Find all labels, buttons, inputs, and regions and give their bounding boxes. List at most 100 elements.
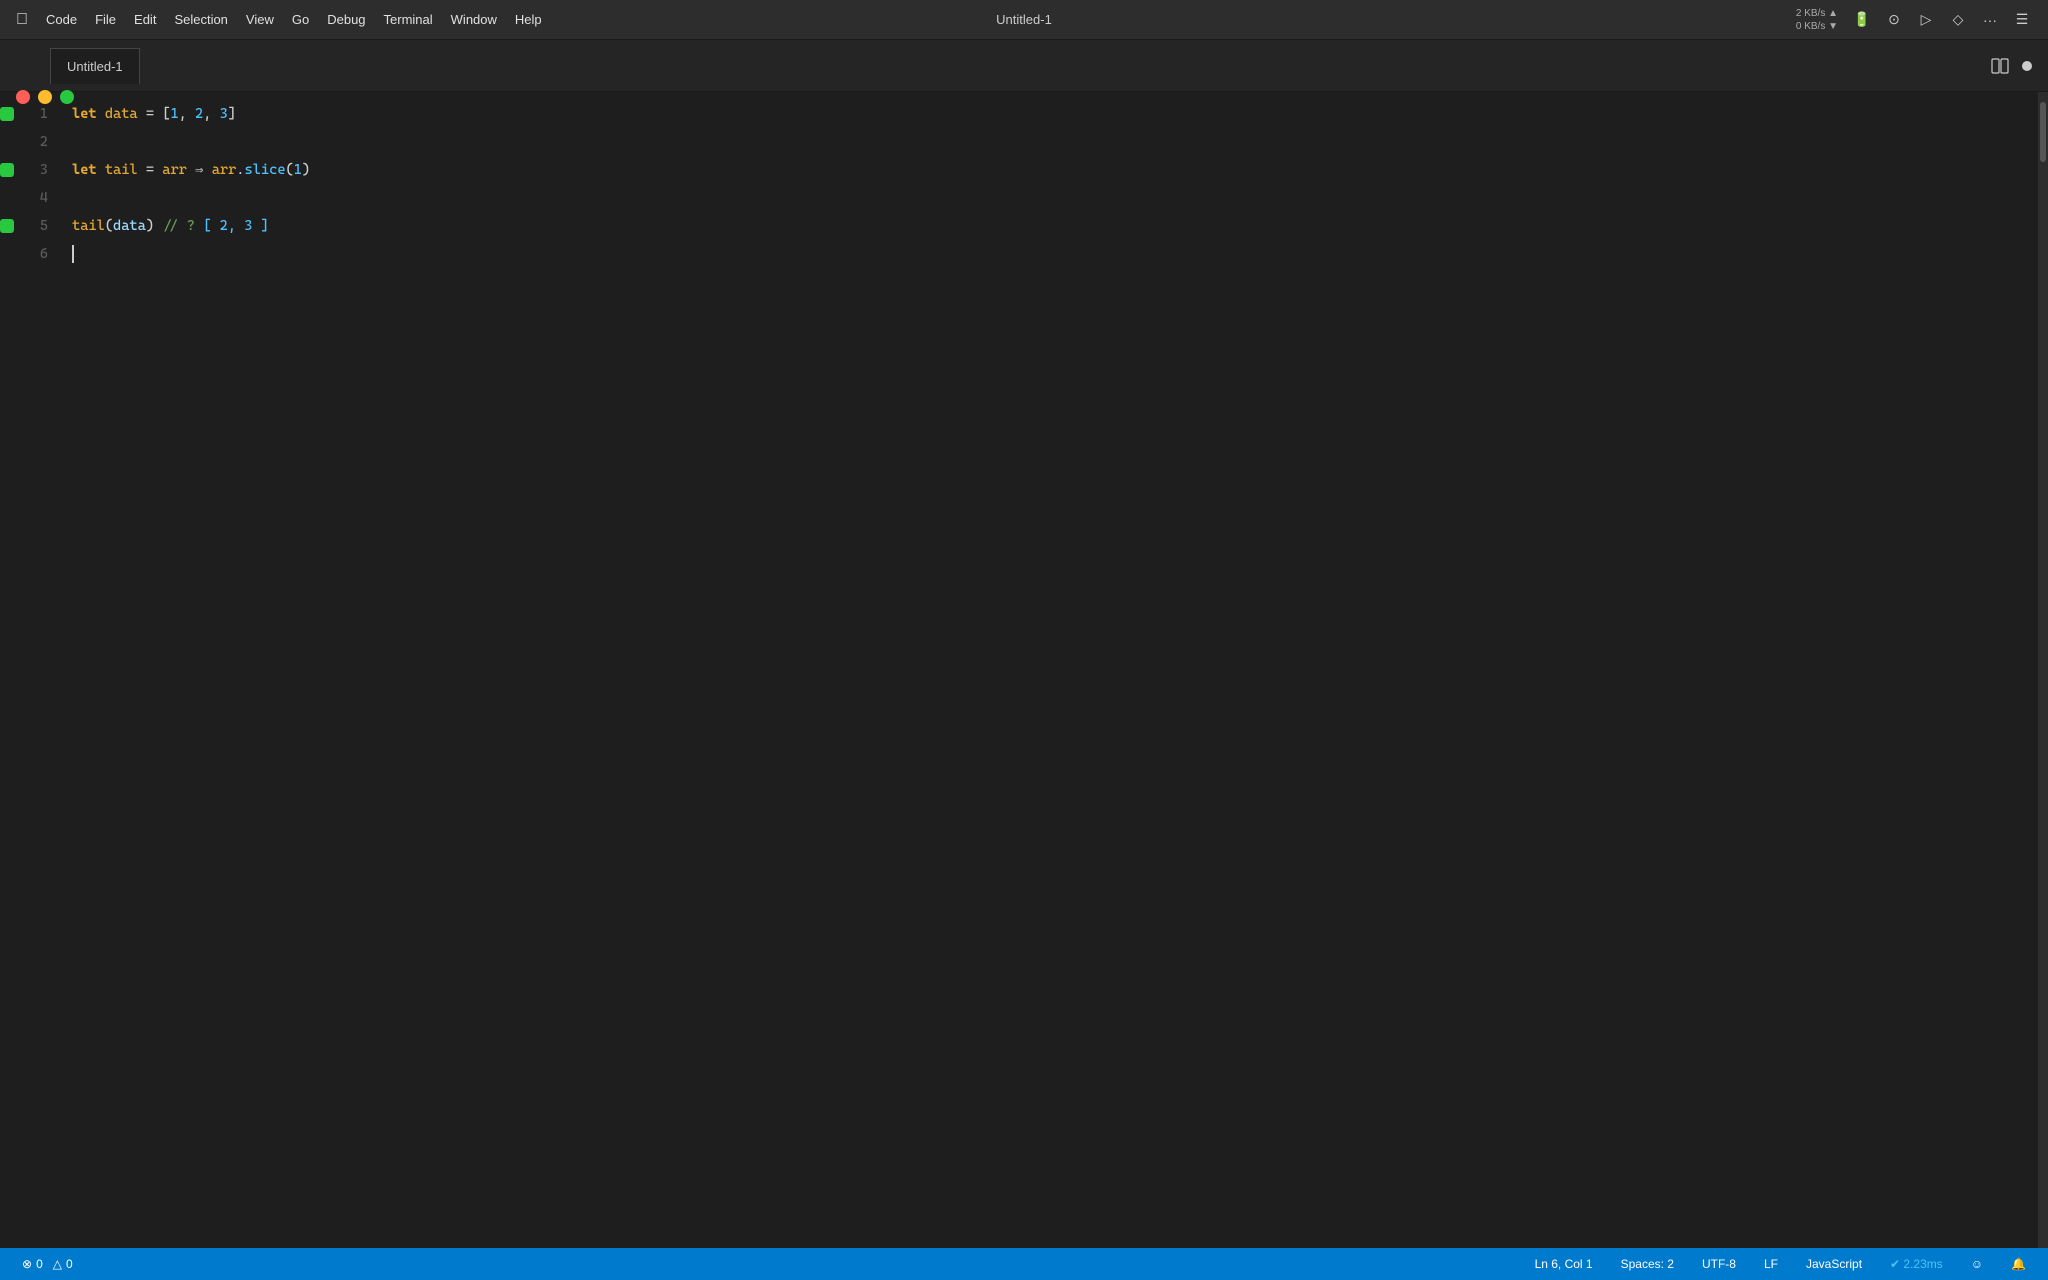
dot-indicator xyxy=(2022,61,2032,71)
menu-terminal[interactable]: Terminal xyxy=(384,12,433,27)
result-5: [ 2, 3 ] xyxy=(203,212,269,240)
timing-text: ✔ 2.23ms xyxy=(1890,1257,1943,1271)
line-number-5: 5 xyxy=(24,212,48,240)
title-bar-right: 2 KB/s ▲ 0 KB/s ▼ 🔋 ⊙ ▷ ◇ ··· ☰ xyxy=(1360,7,2032,33)
bp-row-4 xyxy=(0,184,24,212)
method-slice: slice xyxy=(245,156,286,184)
line-number-1: 1 xyxy=(24,100,48,128)
num-3: 3 xyxy=(220,100,228,128)
line-number-2: 2 xyxy=(24,128,48,156)
param-arr: arr xyxy=(162,156,187,184)
list-icon[interactable]: ☰ xyxy=(2012,10,2032,30)
apple-menu:  Code File Edit Selection View Go Debug… xyxy=(16,11,542,29)
op-equals-3: = xyxy=(138,156,163,184)
bp-row-5 xyxy=(0,212,24,240)
num-2: 2 xyxy=(195,100,203,128)
split-editor-icon[interactable] xyxy=(1990,56,2010,76)
error-icon: ⊗ xyxy=(22,1257,32,1271)
menu-debug[interactable]: Debug xyxy=(327,12,365,27)
smiley-icon[interactable]: ☺ xyxy=(1965,1255,1989,1273)
tab-label: Untitled-1 xyxy=(67,59,123,74)
minimize-button[interactable] xyxy=(38,90,52,104)
language-mode[interactable]: JavaScript xyxy=(1800,1255,1868,1273)
editor-container: 1 2 3 4 5 6 let data = [ 1 , 2 , 3 ] let… xyxy=(0,92,2048,1248)
more-icon[interactable]: ··· xyxy=(1980,10,2000,30)
encoding-text: UTF-8 xyxy=(1702,1257,1736,1271)
breakpoint-1[interactable] xyxy=(0,107,14,121)
num-1: 1 xyxy=(170,100,178,128)
paren-close-5: ) xyxy=(146,212,154,240)
menu-go[interactable]: Go xyxy=(292,12,309,27)
line-ending[interactable]: LF xyxy=(1758,1255,1784,1273)
code-line-3: let tail = arr ⇒ arr . slice ( 1 ) xyxy=(72,156,2038,184)
screentime-icon: ⊙ xyxy=(1884,10,1904,30)
menu-code[interactable]: Code xyxy=(46,12,77,27)
scrollbar-thumb[interactable] xyxy=(2040,102,2046,162)
paren-open-5: ( xyxy=(105,212,113,240)
warning-number: 0 xyxy=(66,1257,73,1271)
traffic-lights xyxy=(16,90,74,104)
line-ending-text: LF xyxy=(1764,1257,1778,1271)
keyword-let-3: let xyxy=(72,156,105,184)
tab-bar: Untitled-1 xyxy=(0,40,2048,92)
window-title: Untitled-1 xyxy=(688,12,1360,27)
line-number-6: 6 xyxy=(24,240,48,268)
title-bar:  Code File Edit Selection View Go Debug… xyxy=(0,0,2048,40)
menu-window[interactable]: Window xyxy=(451,12,497,27)
warning-icon: △ xyxy=(53,1257,62,1271)
indentation[interactable]: Spaces: 2 xyxy=(1615,1255,1680,1273)
num-1-arg: 1 xyxy=(294,156,302,184)
breakpoint-column xyxy=(0,92,24,1248)
timing[interactable]: ✔ 2.23ms xyxy=(1884,1255,1949,1273)
op-equals-1: = xyxy=(138,100,163,128)
error-count[interactable]: ⊗ 0 △ 0 xyxy=(16,1255,79,1273)
close-button[interactable] xyxy=(16,90,30,104)
media-icon: ▷ xyxy=(1916,10,1936,30)
title-bar-icons: 🔋 ⊙ ▷ ◇ ··· ☰ xyxy=(1852,10,2032,30)
maximize-button[interactable] xyxy=(60,90,74,104)
encoding[interactable]: UTF-8 xyxy=(1696,1255,1742,1273)
bp-row-1 xyxy=(0,100,24,128)
comment-5: // ? xyxy=(154,212,203,240)
dot-1: . xyxy=(236,156,244,184)
spaces-text: Spaces: 2 xyxy=(1621,1257,1674,1271)
arrow-op: ⇒ xyxy=(187,156,212,184)
code-line-1: let data = [ 1 , 2 , 3 ] xyxy=(72,100,2038,128)
bp-row-3 xyxy=(0,156,24,184)
language-text: JavaScript xyxy=(1806,1257,1862,1271)
menu-view[interactable]: View xyxy=(246,12,274,27)
code-line-6 xyxy=(72,240,2038,268)
cursor-position[interactable]: Ln 6, Col 1 xyxy=(1529,1255,1599,1273)
battery-icon: 🔋 xyxy=(1852,10,1872,30)
network-speed: 2 KB/s ▲ 0 KB/s ▼ xyxy=(1796,7,1838,33)
menu-help[interactable]: Help xyxy=(515,12,542,27)
menu-selection[interactable]: Selection xyxy=(174,12,227,27)
comma-2: , xyxy=(203,100,219,128)
var-tail: tail xyxy=(105,156,138,184)
scrollbar[interactable] xyxy=(2038,92,2048,1248)
code-line-2 xyxy=(72,128,2038,156)
menu-edit[interactable]: Edit xyxy=(134,12,156,27)
tab-right-icons xyxy=(1990,56,2032,76)
arg-data: data xyxy=(113,212,146,240)
notification-bell[interactable]: 🔔 xyxy=(2005,1255,2032,1273)
status-bar: ⊗ 0 △ 0 Ln 6, Col 1 Spaces: 2 UTF-8 LF J… xyxy=(0,1248,2048,1280)
apple-logo-icon[interactable]:  xyxy=(16,11,28,29)
bell-icon: 🔔 xyxy=(2011,1257,2026,1271)
bp-row-2 xyxy=(0,128,24,156)
fn-tail-call: tail xyxy=(72,212,105,240)
menu-file[interactable]: File xyxy=(95,12,116,27)
error-number: 0 xyxy=(36,1257,43,1271)
status-left: ⊗ 0 △ 0 xyxy=(16,1255,79,1273)
bracket-close-1: ] xyxy=(228,100,236,128)
bracket-open-1: [ xyxy=(162,100,170,128)
code-area[interactable]: let data = [ 1 , 2 , 3 ] let tail = arr … xyxy=(64,92,2038,1248)
breakpoint-5[interactable] xyxy=(0,219,14,233)
cursor xyxy=(72,245,74,263)
code-line-4 xyxy=(72,184,2038,212)
finder-icon: ◇ xyxy=(1948,10,1968,30)
editor-tab[interactable]: Untitled-1 xyxy=(50,48,140,84)
position-text: Ln 6, Col 1 xyxy=(1535,1257,1593,1271)
smiley: ☺ xyxy=(1971,1257,1983,1271)
breakpoint-3[interactable] xyxy=(0,163,14,177)
